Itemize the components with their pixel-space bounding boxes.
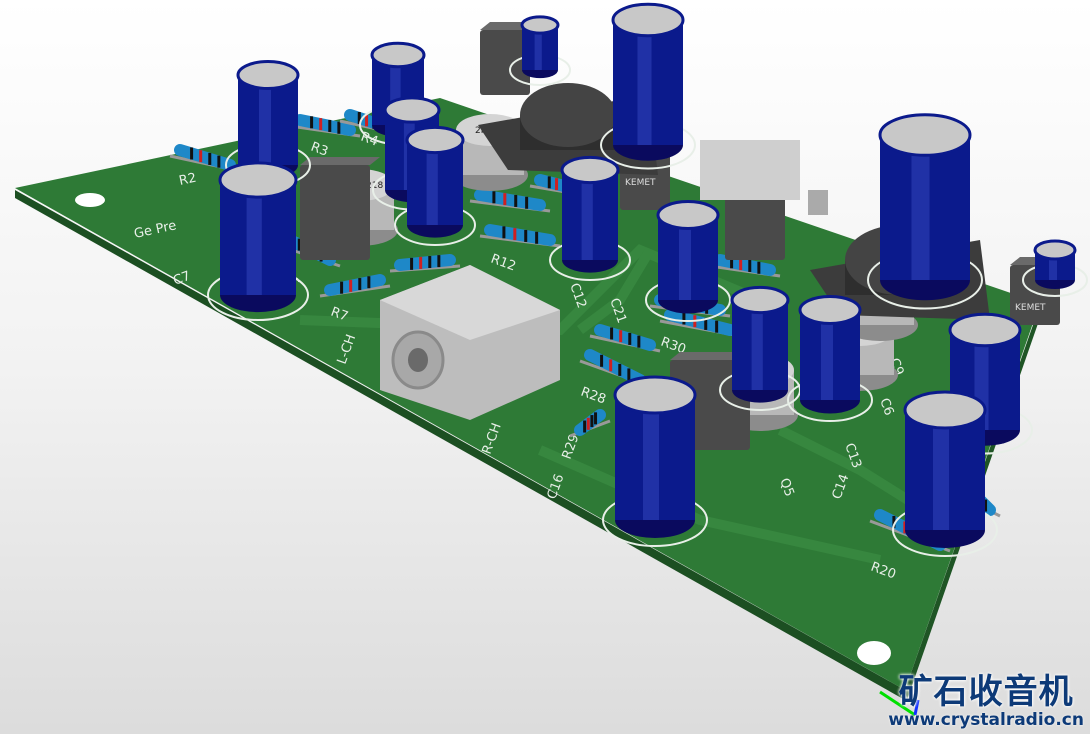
mounting-hole [857, 641, 891, 665]
electrolytic-capacitor [787, 295, 873, 422]
film-capacitor [300, 157, 380, 260]
pcb-3d-render: Ge PreR2R3R4C7R6R7R12C12C21R30R28R29C16L… [15, 2, 1088, 717]
mounting-hole [75, 193, 105, 207]
electrolytic-capacitor [207, 161, 309, 321]
electrolytic-capacitor [602, 375, 708, 547]
kemet-marking: KEMET [625, 178, 656, 188]
kemet-marking: KEMET [1015, 303, 1046, 313]
electrolytic-capacitor [600, 2, 696, 170]
electrolytic-capacitor [892, 390, 998, 557]
watermark: 矿石收音机 www.crystalradio.cn [888, 674, 1084, 730]
watermark-url: www.crystalradio.cn [888, 710, 1084, 730]
connector-pin [808, 190, 828, 215]
watermark-title: 矿石收音机 [898, 672, 1074, 712]
relay [700, 140, 800, 200]
electrolytic-capacitor [867, 113, 983, 310]
